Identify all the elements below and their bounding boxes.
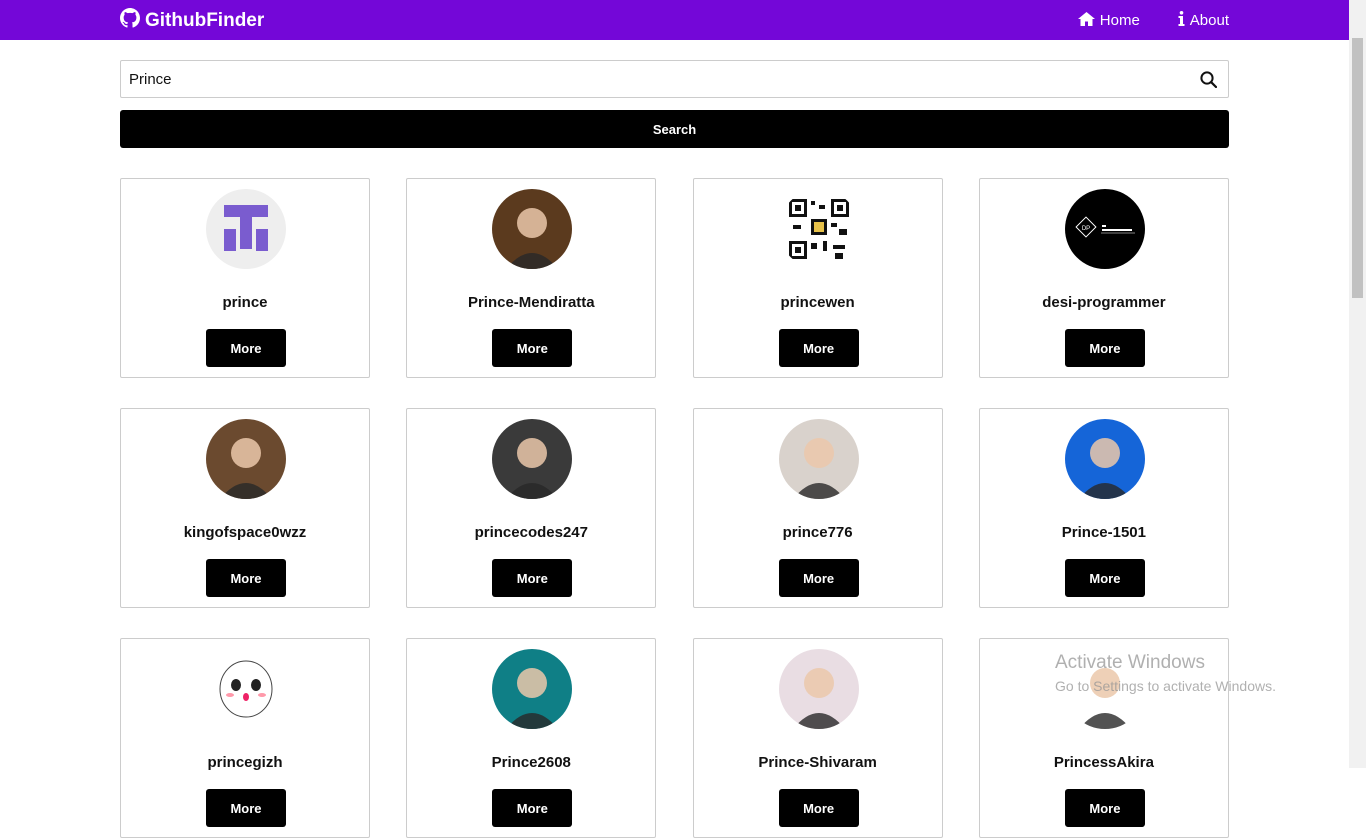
user-login: PrincessAkira [1053, 754, 1154, 771]
user-login: prince [222, 294, 268, 311]
user-login: desi-programmer [1042, 294, 1166, 311]
more-button[interactable]: More [778, 329, 859, 367]
search-icon[interactable] [1188, 61, 1228, 97]
search-button[interactable]: Search [120, 110, 1229, 148]
watermark-title: Activate Windows [1055, 652, 1205, 673]
search-input[interactable] [121, 61, 1188, 97]
user-avatar [778, 419, 859, 499]
user-login: kingofspace0wzz [183, 524, 307, 541]
more-button[interactable]: More [778, 559, 859, 597]
user-avatar [778, 649, 859, 729]
user-card: DP desi-programmer More [978, 178, 1229, 378]
user-login: princecodes247 [474, 524, 588, 541]
nav-home-link[interactable]: Home [1077, 11, 1140, 30]
user-avatar [206, 419, 286, 499]
more-button[interactable]: More [206, 789, 286, 827]
nav-links: Home About [1077, 11, 1229, 30]
brand[interactable]: GithubFinder [120, 8, 264, 34]
user-avatar: DP [1064, 189, 1145, 269]
user-card: princewen More [692, 178, 943, 378]
nav-about-label: About [1189, 12, 1229, 29]
user-login: Prince2608 [491, 754, 571, 771]
user-avatar [492, 189, 573, 269]
nav-about-link[interactable]: About [1178, 11, 1229, 30]
user-avatar [492, 419, 573, 499]
user-avatar [1064, 419, 1145, 499]
more-button[interactable]: More [778, 789, 859, 827]
windows-activation-watermark: Activate Windows Go to Settings to activ… [1055, 652, 1276, 694]
user-card: princegizh More [120, 638, 370, 838]
more-button[interactable]: More [206, 329, 286, 367]
user-grid: prince More Prince-Mendiratta More princewen… [120, 178, 1229, 838]
more-button[interactable]: More [492, 329, 573, 367]
user-card: Prince-Shivaram More [692, 638, 943, 838]
info-icon [1178, 11, 1185, 30]
user-card: kingofspace0wzz More [120, 408, 370, 608]
watermark-subtitle: Go to Settings to activate Windows. [1055, 678, 1276, 694]
user-avatar [206, 649, 286, 729]
user-login: prince776 [782, 524, 853, 541]
user-avatar [778, 189, 859, 269]
user-login: princegizh [207, 754, 283, 771]
brand-title: GithubFinder [145, 10, 265, 31]
user-card: Prince-Mendiratta More [406, 178, 657, 378]
search-box [120, 60, 1229, 98]
user-login: Prince-1501 [1061, 524, 1146, 541]
user-card: prince776 More [692, 408, 943, 608]
user-card: Prince2608 More [406, 638, 657, 838]
user-avatar [492, 649, 573, 729]
user-login: Prince-Mendiratta [467, 294, 595, 311]
more-button[interactable]: More [206, 559, 286, 597]
user-card: Prince-1501 More [978, 408, 1229, 608]
user-login: Prince-Shivaram [758, 754, 877, 771]
home-icon [1077, 11, 1095, 30]
user-avatar [206, 189, 286, 269]
more-button[interactable]: More [1064, 559, 1145, 597]
user-card: princecodes247 More [406, 408, 657, 608]
page-scrollbar[interactable] [1349, 0, 1366, 768]
more-button[interactable]: More [492, 789, 573, 827]
scrollbar-thumb[interactable] [1352, 38, 1363, 298]
user-login: princewen [780, 294, 855, 311]
nav-home-label: Home [1099, 12, 1140, 29]
user-card: prince More [120, 178, 370, 378]
navbar: GithubFinder Home About [0, 0, 1349, 40]
svg-text:DP: DP [1082, 226, 1090, 232]
github-icon [120, 8, 140, 34]
more-button[interactable]: More [492, 559, 573, 597]
more-button[interactable]: More [1064, 329, 1145, 367]
more-button[interactable]: More [1064, 789, 1145, 827]
